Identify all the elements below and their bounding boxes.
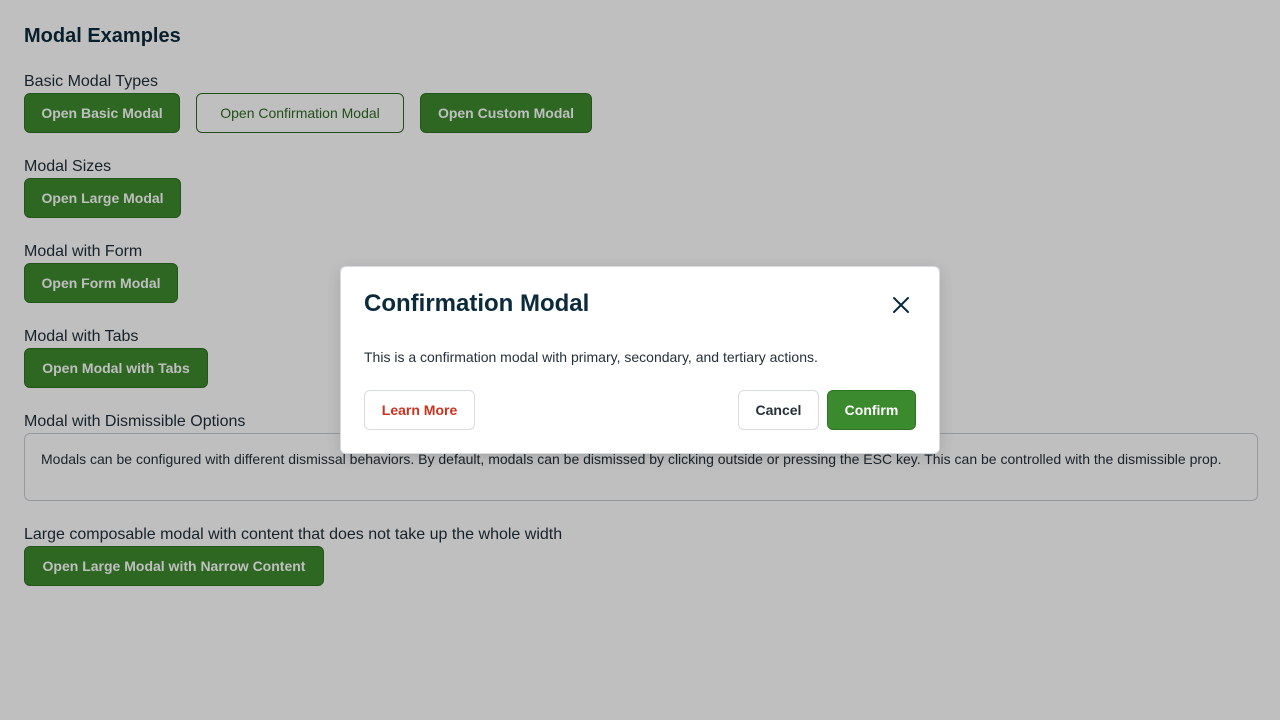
- confirmation-modal: Confirmation Modal This is a confirmatio…: [340, 266, 940, 454]
- cancel-button[interactable]: Cancel: [738, 390, 819, 430]
- confirm-button[interactable]: Confirm: [827, 390, 916, 430]
- modal-body-text: This is a confirmation modal with primar…: [364, 349, 818, 365]
- modal-close-button[interactable]: [885, 289, 917, 321]
- learn-more-button[interactable]: Learn More: [364, 390, 475, 430]
- modal-footer-actions: Cancel Confirm: [738, 390, 916, 430]
- modal-footer: Learn More Cancel Confirm: [364, 390, 916, 430]
- page: Modal Examples Basic Modal Types Open Ba…: [0, 0, 1280, 720]
- close-icon: [892, 296, 910, 314]
- modal-title: Confirmation Modal: [364, 290, 590, 317]
